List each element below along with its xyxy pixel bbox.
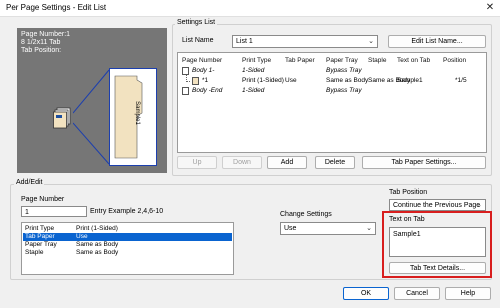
row-paper-tray: Bypass Tray — [326, 87, 362, 94]
row-print-type: 1-Sided — [242, 67, 265, 74]
preview-page-number: Page Number:1 — [21, 31, 71, 38]
tab-page-preview: Sample1 — [109, 68, 157, 166]
item-name: Paper Tray — [25, 241, 57, 248]
add-edit-item-list[interactable]: Print Type Print (1-Sided) Tab Paper Use… — [21, 222, 234, 275]
item-value: Same as Body — [76, 241, 119, 248]
cancel-label: Cancel — [406, 290, 428, 297]
row-paper-tray: Same as Body — [326, 77, 369, 84]
text-on-tab-value: Sample1 — [393, 231, 421, 238]
preview-tab-position: Tab Position: — [21, 47, 62, 54]
col-position: Position — [443, 57, 467, 64]
list-name-label: List Name — [182, 37, 214, 44]
item-name: Print Type — [25, 225, 55, 232]
row-paper-tray: Bypass Tray — [326, 67, 362, 74]
tab-position-dropdown[interactable]: Continue the Previous Page ⌄ — [389, 199, 486, 211]
page-stack-icon — [53, 107, 73, 129]
row-text-on-tab: Sample1 — [397, 77, 423, 84]
change-settings-label: Change Settings — [280, 211, 332, 218]
table-row[interactable]: Body 1- 1-Sided Bypass Tray — [178, 67, 486, 76]
help-button[interactable]: Help — [445, 287, 491, 300]
close-icon[interactable]: ✕ — [484, 2, 496, 14]
list-item[interactable]: Print Type Print (1-Sided) — [23, 225, 232, 233]
preview-pane: Page Number:1 8 1/2x11 Tab Tab Position:… — [17, 28, 167, 173]
tab-text-preview: Sample1 — [134, 101, 140, 125]
col-paper-tray: Paper Tray — [326, 57, 358, 64]
page-number-label: Page Number — [21, 196, 65, 203]
up-label: Up — [192, 159, 202, 166]
chevron-down-icon: ⌄ — [476, 202, 482, 209]
row-print-type: 1-Sided — [242, 87, 265, 94]
table-row[interactable]: *1 Print (1-Sided) Use Same as Body Same… — [178, 75, 486, 87]
delete-label: Delete — [324, 159, 346, 166]
row-print-type: Print (1-Sided) — [242, 77, 284, 84]
add-button[interactable]: Add — [267, 156, 307, 169]
chevron-down-icon: ⌄ — [366, 225, 372, 232]
chevron-down-icon: ⌄ — [368, 38, 374, 45]
down-label: Down — [233, 159, 251, 166]
down-button[interactable]: Down — [222, 156, 262, 169]
entry-example-text: Entry Example 2,4,6-10 — [90, 208, 164, 215]
up-button[interactable]: Up — [177, 156, 217, 169]
tab-position-label: Tab Position — [389, 189, 428, 196]
row-page: Body 1- — [192, 67, 215, 74]
tab-page-icon — [192, 77, 199, 87]
help-label: Help — [460, 290, 476, 297]
page-number-input[interactable]: 1 — [21, 206, 87, 217]
preview-paper-size: 8 1/2x11 Tab — [21, 39, 61, 46]
list-item[interactable]: Paper Tray Same as Body — [23, 241, 232, 249]
list-item[interactable]: Staple Same as Body — [23, 249, 232, 257]
edit-list-name-button[interactable]: Edit List Name... — [388, 35, 486, 48]
col-staple: Staple — [368, 57, 387, 64]
change-settings-value: Use — [284, 225, 297, 232]
settings-table[interactable]: Page Number Print Type Tab Paper Paper T… — [177, 52, 487, 153]
item-value: Same as Body — [76, 249, 119, 256]
text-on-tab-input[interactable]: Sample1 — [389, 227, 486, 257]
list-name-dropdown[interactable]: List 1 ⌄ — [232, 35, 378, 48]
tab-text-details-label: Tab Text Details... — [409, 265, 466, 272]
document-icon — [182, 87, 189, 97]
item-value: Use — [76, 233, 88, 240]
tab-text-details-button[interactable]: Tab Text Details... — [389, 262, 486, 274]
tab-position-value: Continue the Previous Page — [393, 202, 481, 209]
window-title: Per Page Settings - Edit List — [6, 3, 107, 12]
page-number-value: 1 — [25, 209, 29, 216]
change-settings-dropdown[interactable]: Use ⌄ — [280, 222, 376, 235]
ok-label: OK — [360, 290, 372, 297]
edit-list-name-label: Edit List Name... — [411, 38, 463, 45]
item-name: Staple — [25, 249, 44, 256]
col-print-type: Print Type — [242, 57, 272, 64]
row-position: *1/5 — [455, 77, 467, 84]
title-bar: Per Page Settings - Edit List ✕ — [0, 0, 500, 17]
tab-paper-settings-label: Tab Paper Settings... — [391, 159, 457, 166]
zoom-lines — [73, 69, 110, 165]
item-name: Tab Paper — [25, 233, 55, 240]
tree-line — [186, 75, 190, 82]
text-on-tab-label: Text on Tab — [389, 216, 425, 223]
col-page-number: Page Number — [182, 57, 223, 64]
cancel-button[interactable]: Cancel — [394, 287, 440, 300]
add-edit-label: Add/Edit — [14, 179, 45, 186]
list-item[interactable]: Tab Paper Use — [23, 233, 232, 241]
item-value: Print (1-Sided) — [76, 225, 118, 232]
settings-list-label: Settings List — [175, 19, 218, 26]
row-page: *1 — [202, 77, 209, 84]
add-label: Add — [280, 159, 294, 166]
row-tab-paper: Use — [285, 77, 297, 84]
ok-button[interactable]: OK — [343, 287, 389, 300]
delete-button[interactable]: Delete — [315, 156, 355, 169]
list-name-value: List 1 — [236, 38, 253, 45]
table-row[interactable]: Body -End 1-Sided Bypass Tray — [178, 87, 486, 96]
col-tab-paper: Tab Paper — [285, 57, 315, 64]
tab-paper-settings-button[interactable]: Tab Paper Settings... — [362, 156, 486, 169]
row-page: Body -End — [192, 87, 223, 94]
col-text-on-tab: Text on Tab — [397, 57, 431, 64]
